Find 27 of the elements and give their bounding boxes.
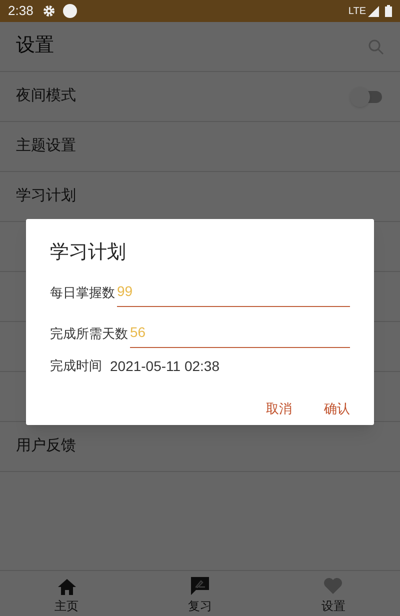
setting-label[interactable]: 夜间模式 (16, 85, 76, 108)
app-bar-title: 设置 (16, 34, 54, 58)
number-field[interactable]: 99 (117, 280, 350, 306)
setting-label[interactable]: 主题设置 (16, 135, 76, 158)
field-label: 完成所需天数 (50, 325, 128, 343)
number-field[interactable]: 56 (130, 320, 350, 348)
signal-icon (368, 6, 379, 16)
search-icon[interactable] (368, 38, 384, 54)
setting-label[interactable]: 学习计划 (16, 185, 76, 208)
nav-tab[interactable]: 设置 (266, 571, 400, 616)
dialog-button[interactable]: 确认 (312, 392, 362, 424)
home-icon (56, 578, 77, 596)
nav-tab[interactable]: 主页 (0, 571, 134, 616)
status-time: 2:38 (8, 2, 34, 20)
night-mode-switch[interactable] (350, 86, 384, 106)
finish-label: 完成时间 (50, 357, 102, 376)
dialog-title: 学习计划 (50, 241, 127, 265)
dialog-button[interactable]: 取消 (254, 392, 304, 424)
field-label: 每日掌握数 (50, 284, 115, 302)
battery-icon (385, 5, 392, 17)
finish-time: 2021-05-11 02:38 (110, 356, 220, 376)
network-type: LTE (348, 4, 366, 18)
setting-label[interactable]: 用户反馈 (16, 435, 76, 458)
nav-tab[interactable]: 复习 (133, 571, 267, 616)
edit-message-icon (190, 576, 210, 596)
gear-icon (43, 5, 56, 17)
heart-icon (323, 577, 344, 595)
